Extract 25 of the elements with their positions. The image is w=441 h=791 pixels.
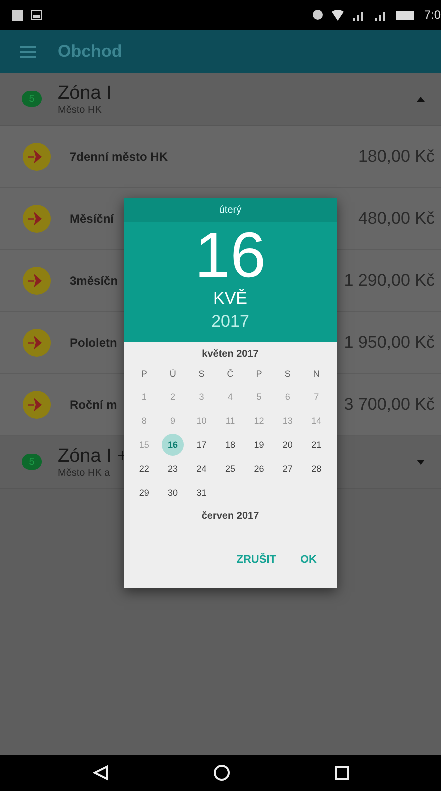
weekday-header: S (284, 368, 292, 381)
month-title: květen 2017 (201, 348, 260, 362)
weekday-header: Č (226, 368, 235, 381)
weekday-header: P (255, 368, 264, 381)
ticket-name: 3měsíčn (70, 274, 120, 288)
weekday-header: N (312, 368, 321, 381)
ticket-name: Měsíční (70, 212, 116, 226)
status-time: 7:0 (424, 8, 441, 22)
zone-title: Zóna I (58, 82, 112, 104)
ticket-name: 7denní město HK (70, 150, 170, 164)
weekday-label: úterý (124, 198, 337, 222)
ticket-price: 1 290,00 Kč (344, 270, 435, 290)
app-title: Obchod (58, 42, 122, 62)
weekday-header: Ú (168, 368, 178, 381)
ticket-name: Pololetn (70, 336, 118, 350)
ticket-price: 180,00 Kč (358, 146, 435, 166)
weekday-header: P (140, 368, 148, 381)
ticket-name: Roční m (70, 398, 118, 412)
weekday-header: S (198, 368, 206, 381)
ticket-price: 1 950,00 Kč (344, 332, 435, 352)
zone-subtitle: Město HK a (58, 468, 110, 478)
zone-subtitle: Město HK (58, 104, 102, 116)
ticket-price: 480,00 Kč (358, 208, 435, 228)
month-title: červen 2017 (200, 510, 260, 524)
ticket-price: 3 700,00 Kč (344, 394, 435, 414)
